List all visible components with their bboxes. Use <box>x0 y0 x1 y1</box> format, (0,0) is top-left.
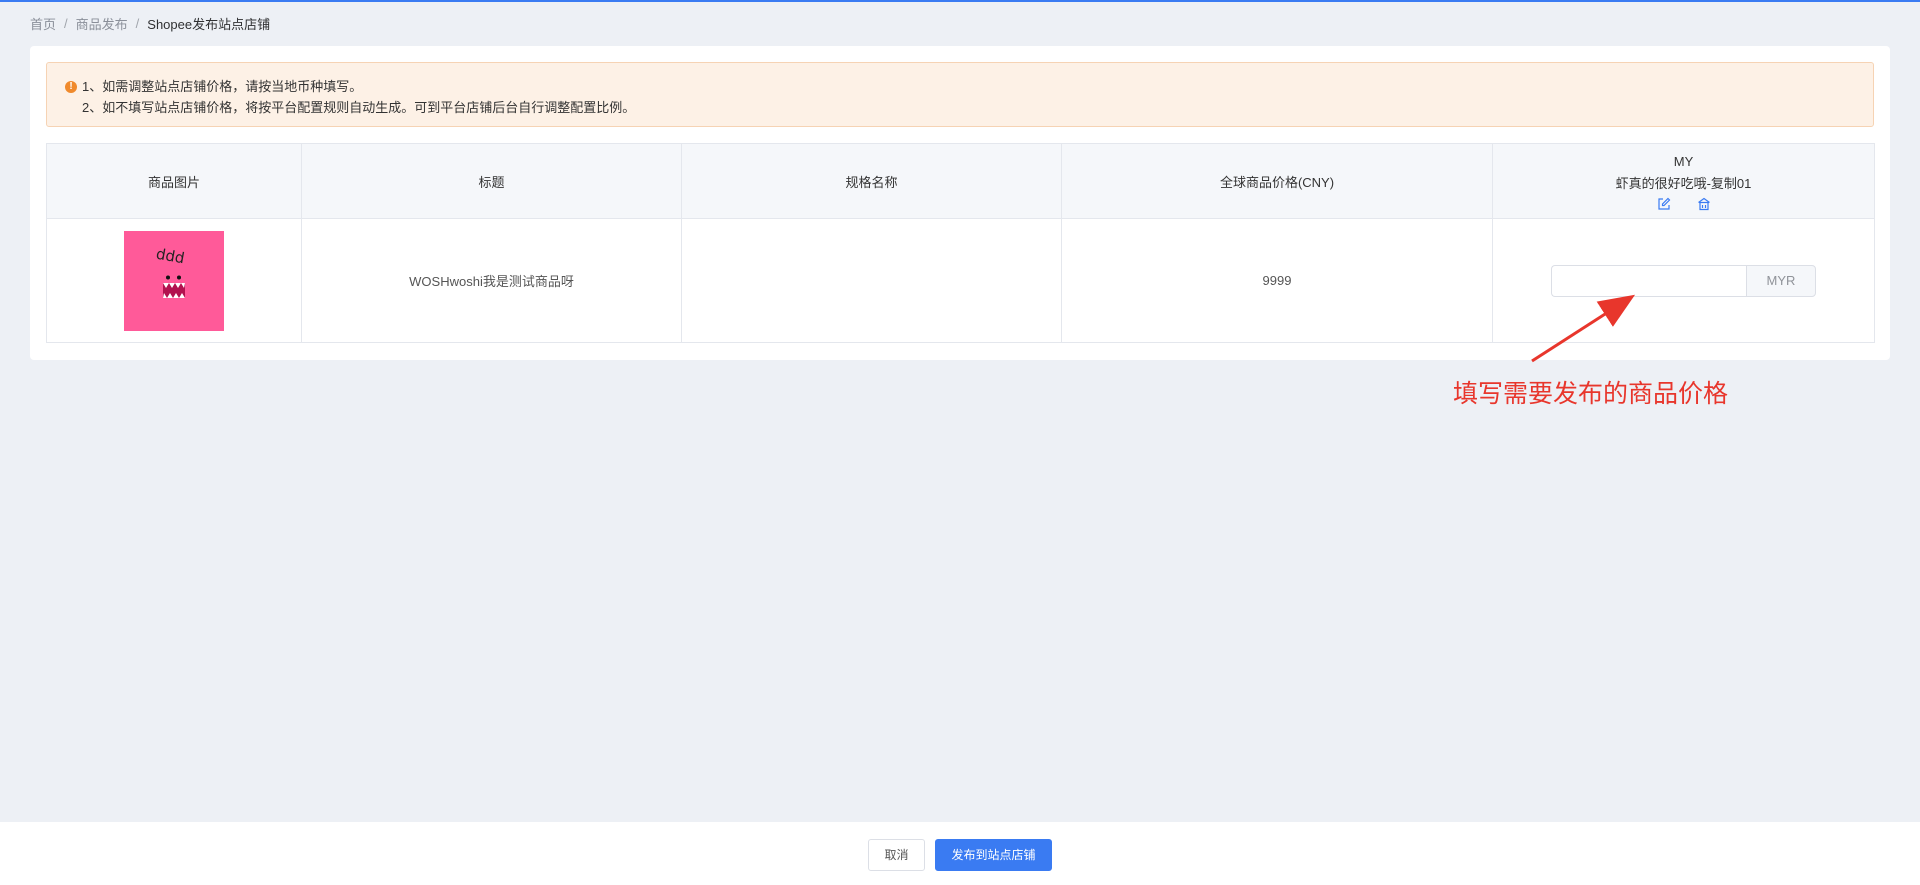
table-row: ddd WOSHwoshi我是测试商品呀 9999 MYR <box>46 218 1875 343</box>
site-price-input-group: MYR <box>1551 264 1816 297</box>
edit-icon[interactable] <box>1657 197 1671 211</box>
breadcrumb: 首页 / 商品发布 / Shopee发布站点店铺 <box>30 14 270 33</box>
header-spec: 规格名称 <box>681 143 1062 219</box>
notice-line-1: 1、如需调整站点店铺价格，请按当地币种填写。 <box>82 79 363 94</box>
cell-image: ddd <box>46 218 302 343</box>
header-title: 标题 <box>301 143 682 219</box>
breadcrumb-separator: / <box>64 16 68 31</box>
cell-site-price: MYR <box>1492 218 1875 343</box>
breadcrumb-home[interactable]: 首页 <box>30 14 56 33</box>
footer-bar: 取消 发布到站点店铺 <box>0 822 1920 885</box>
shop-name: 虾真的很好吃哦-复制01 <box>1615 176 1752 191</box>
notice-line-2: 2、如不填写站点店铺价格，将按平台配置规则自动生成。可到平台店铺后台自行调整配置… <box>82 100 636 115</box>
publish-button[interactable]: 发布到站点店铺 <box>935 838 1052 871</box>
cell-spec <box>681 218 1062 343</box>
cell-title: WOSHwoshi我是测试商品呀 <box>301 218 682 343</box>
breadcrumb-separator: / <box>135 16 140 31</box>
shop-delete-icon[interactable] <box>1697 197 1711 211</box>
main-card: ! 1、如需调整站点店铺价格，请按当地币种填写。 2、如不填写站点店铺价格，将按… <box>30 46 1890 360</box>
table-header-row: 商品图片 标题 规格名称 全球商品价格(CNY) MY 虾真的很好吃哦-复制01 <box>46 143 1875 219</box>
currency-suffix: MYR <box>1746 264 1816 297</box>
breadcrumb-product-publish[interactable]: 商品发布 <box>76 14 128 33</box>
cell-global-price: 9999 <box>1061 218 1493 343</box>
site-price-input[interactable] <box>1551 264 1746 297</box>
annotation-text: 填写需要发布的商品价格 <box>1453 380 1729 408</box>
monster-face-icon <box>163 275 185 298</box>
warning-icon: ! <box>65 80 77 93</box>
header-site-shop: MY 虾真的很好吃哦-复制01 <box>1492 143 1875 219</box>
notice-alert: ! 1、如需调整站点店铺价格，请按当地币种填写。 2、如不填写站点店铺价格，将按… <box>46 62 1874 127</box>
product-price-table: 商品图片 标题 规格名称 全球商品价格(CNY) MY 虾真的很好吃哦-复制01 <box>46 143 1875 343</box>
header-image: 商品图片 <box>46 143 302 219</box>
site-code: MY <box>1673 154 1694 169</box>
header-global-price: 全球商品价格(CNY) <box>1061 143 1493 219</box>
breadcrumb-current: Shopee发布站点店铺 <box>147 17 271 32</box>
product-thumbnail: ddd <box>124 230 224 331</box>
cancel-button[interactable]: 取消 <box>868 838 925 871</box>
thumbnail-text: ddd <box>154 244 186 267</box>
